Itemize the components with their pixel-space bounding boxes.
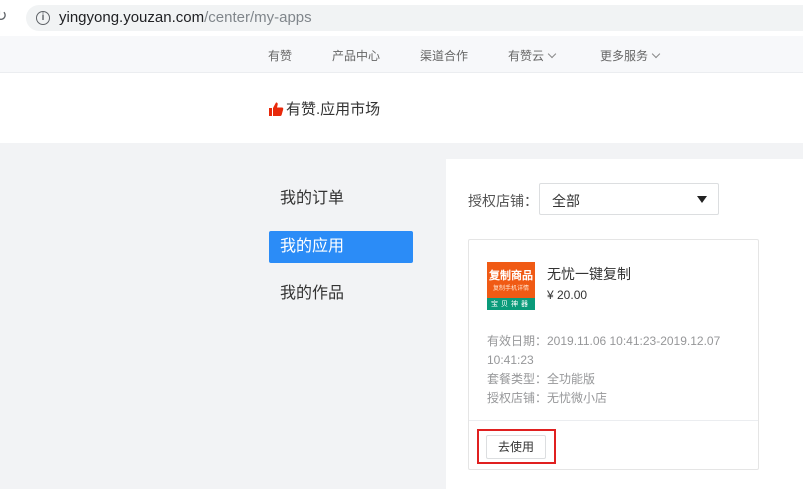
thumb-subtitle: 复制手机详情 [492,286,529,292]
site-logo[interactable]: 有赞.应用市场 [268,98,380,119]
url-host: yingyong.youzan.com [59,9,205,26]
nav-item-products[interactable]: 产品中心 [332,47,380,64]
nav-item-label: 有赞云 [508,49,545,63]
reload-icon[interactable]: ↻ [0,9,10,25]
app-meta: 有效日期：2019.11.06 10:41:23-2019.12.07 10:4… [487,332,747,408]
app-card: 复制商品 复制手机详情 宝贝神器 无忧一键复制 ¥ 20.00 有效日期：201… [468,239,759,470]
app-thumbnail[interactable]: 复制商品 复制手机详情 宝贝神器 [487,262,535,310]
package-type: 套餐类型：全功能版 [487,372,596,386]
thumb-caption: 宝贝神器 [491,301,531,308]
nav-item-more-services[interactable]: 更多服务 [600,47,661,64]
nav-item-label: 渠道合作 [420,49,469,63]
url-field[interactable]: i yingyong.youzan.com/center/my-apps [26,5,803,31]
nav-item-label: 有赞 [268,49,293,63]
store-filter-label: 授权店铺： [468,193,538,209]
sidebar-item-my-works[interactable]: 我的作品 [269,278,413,310]
nav-item-youzan-cloud[interactable]: 有赞云 [508,47,557,64]
validity-line-continued: 10:41:23 [487,353,534,367]
caret-down-icon [697,196,707,203]
nav-item-label: 产品中心 [332,49,381,63]
sidebar-item-my-orders[interactable]: 我的订单 [269,183,413,215]
use-app-button[interactable]: 去使用 [486,435,546,459]
browser-address-bar: ↻ i yingyong.youzan.com/center/my-apps [0,0,803,36]
url-text: yingyong.youzan.com/center/my-apps [59,9,312,26]
nav-item-youzan[interactable]: 有赞 [268,47,292,64]
chevron-down-icon [651,49,661,59]
sidebar-item-label: 我的订单 [280,190,345,207]
nav-item-channels[interactable]: 渠道合作 [420,47,468,64]
chevron-down-icon [547,49,557,59]
store-filter-value: 全部 [552,193,580,209]
thumb-title: 复制商品 [489,270,533,282]
validity-line: 有效日期：2019.11.06 10:41:23-2019.12.07 [487,334,721,348]
logo-text: 有赞.应用市场 [286,101,381,118]
store-filter-select[interactable]: 全部 [539,183,719,215]
app-price: ¥ 20.00 [547,288,588,302]
main-panel: 授权店铺： 全部 复制商品 复制手机详情 宝贝神器 无忧一键复制 ¥ 20.00… [446,159,803,489]
url-path: /center/my-apps [204,9,312,26]
top-nav: 有赞 产品中心 渠道合作 有赞云 更多服务 [0,36,803,73]
logo-header: 有赞.应用市场 [0,73,803,143]
authorized-store: 授权店铺：无忧微小店 [487,391,608,405]
sidebar-item-label: 我的作品 [280,285,345,302]
app-name[interactable]: 无忧一键复制 [547,264,631,284]
thumbs-up-icon [269,102,284,116]
divider [469,420,758,421]
sidebar-item-my-apps[interactable]: 我的应用 [269,231,413,263]
thumb-bar: 宝贝神器 [487,298,535,310]
nav-item-label: 更多服务 [600,49,649,63]
sidebar-item-label: 我的应用 [280,238,345,255]
info-icon[interactable]: i [36,11,50,25]
